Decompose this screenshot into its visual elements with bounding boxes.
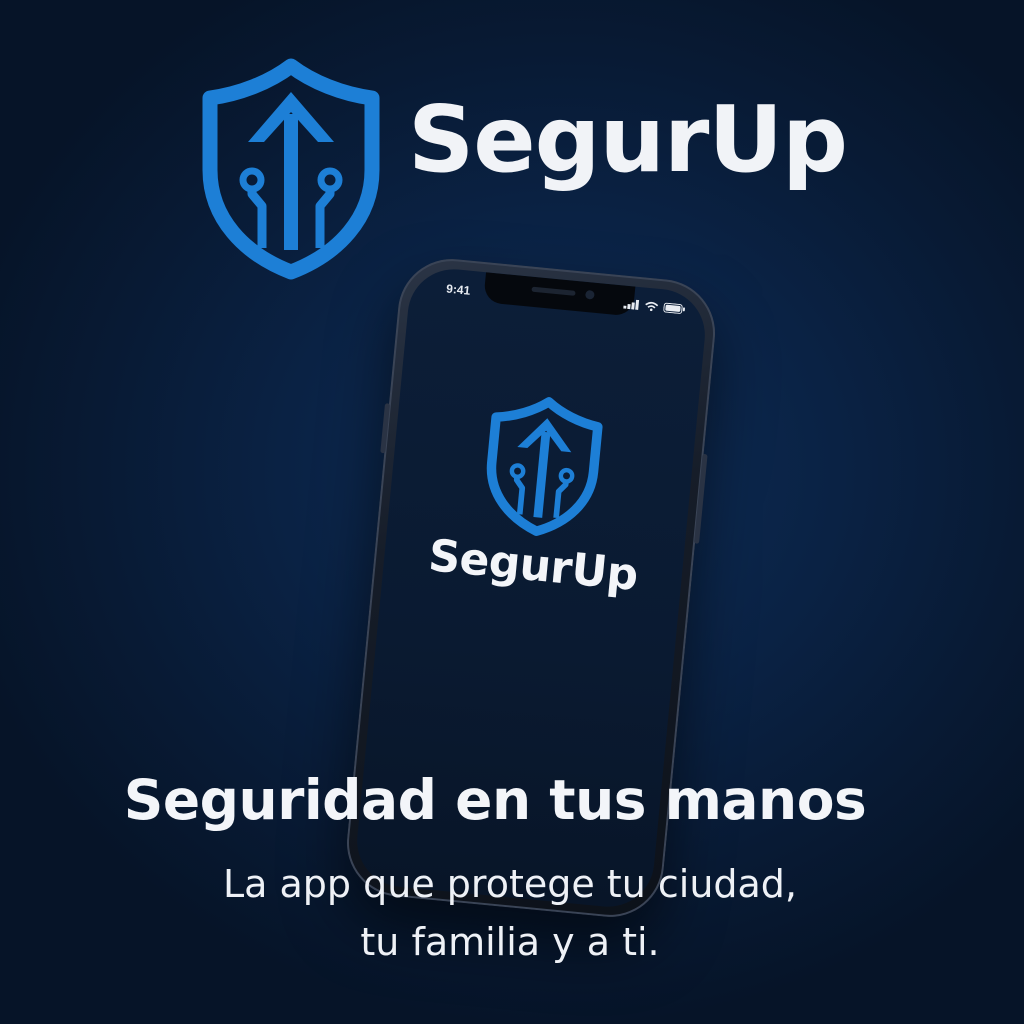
phone-notch [483,272,636,317]
shield-arrow-circuit-icon [202,58,380,280]
brand-name: SegurUp [408,86,848,193]
status-icons [623,299,686,315]
status-time: 9:41 [445,281,471,298]
phone-side-button [694,453,708,544]
brand-header: SegurUp [200,58,848,288]
headline: Seguridad en tus manos [123,768,867,832]
screen-app-name: SegurUp [426,530,641,602]
subline-1: La app que protege tu ciudad, [222,862,798,906]
subline-2: tu familia y a ti. [360,920,660,964]
wifi-icon [645,301,659,312]
phone-volume-button [380,403,391,454]
signal-icon [623,299,640,310]
camera-icon [584,289,595,300]
battery-icon [663,302,686,314]
notch-speaker [531,286,576,296]
shield-arrow-circuit-icon [486,397,603,536]
